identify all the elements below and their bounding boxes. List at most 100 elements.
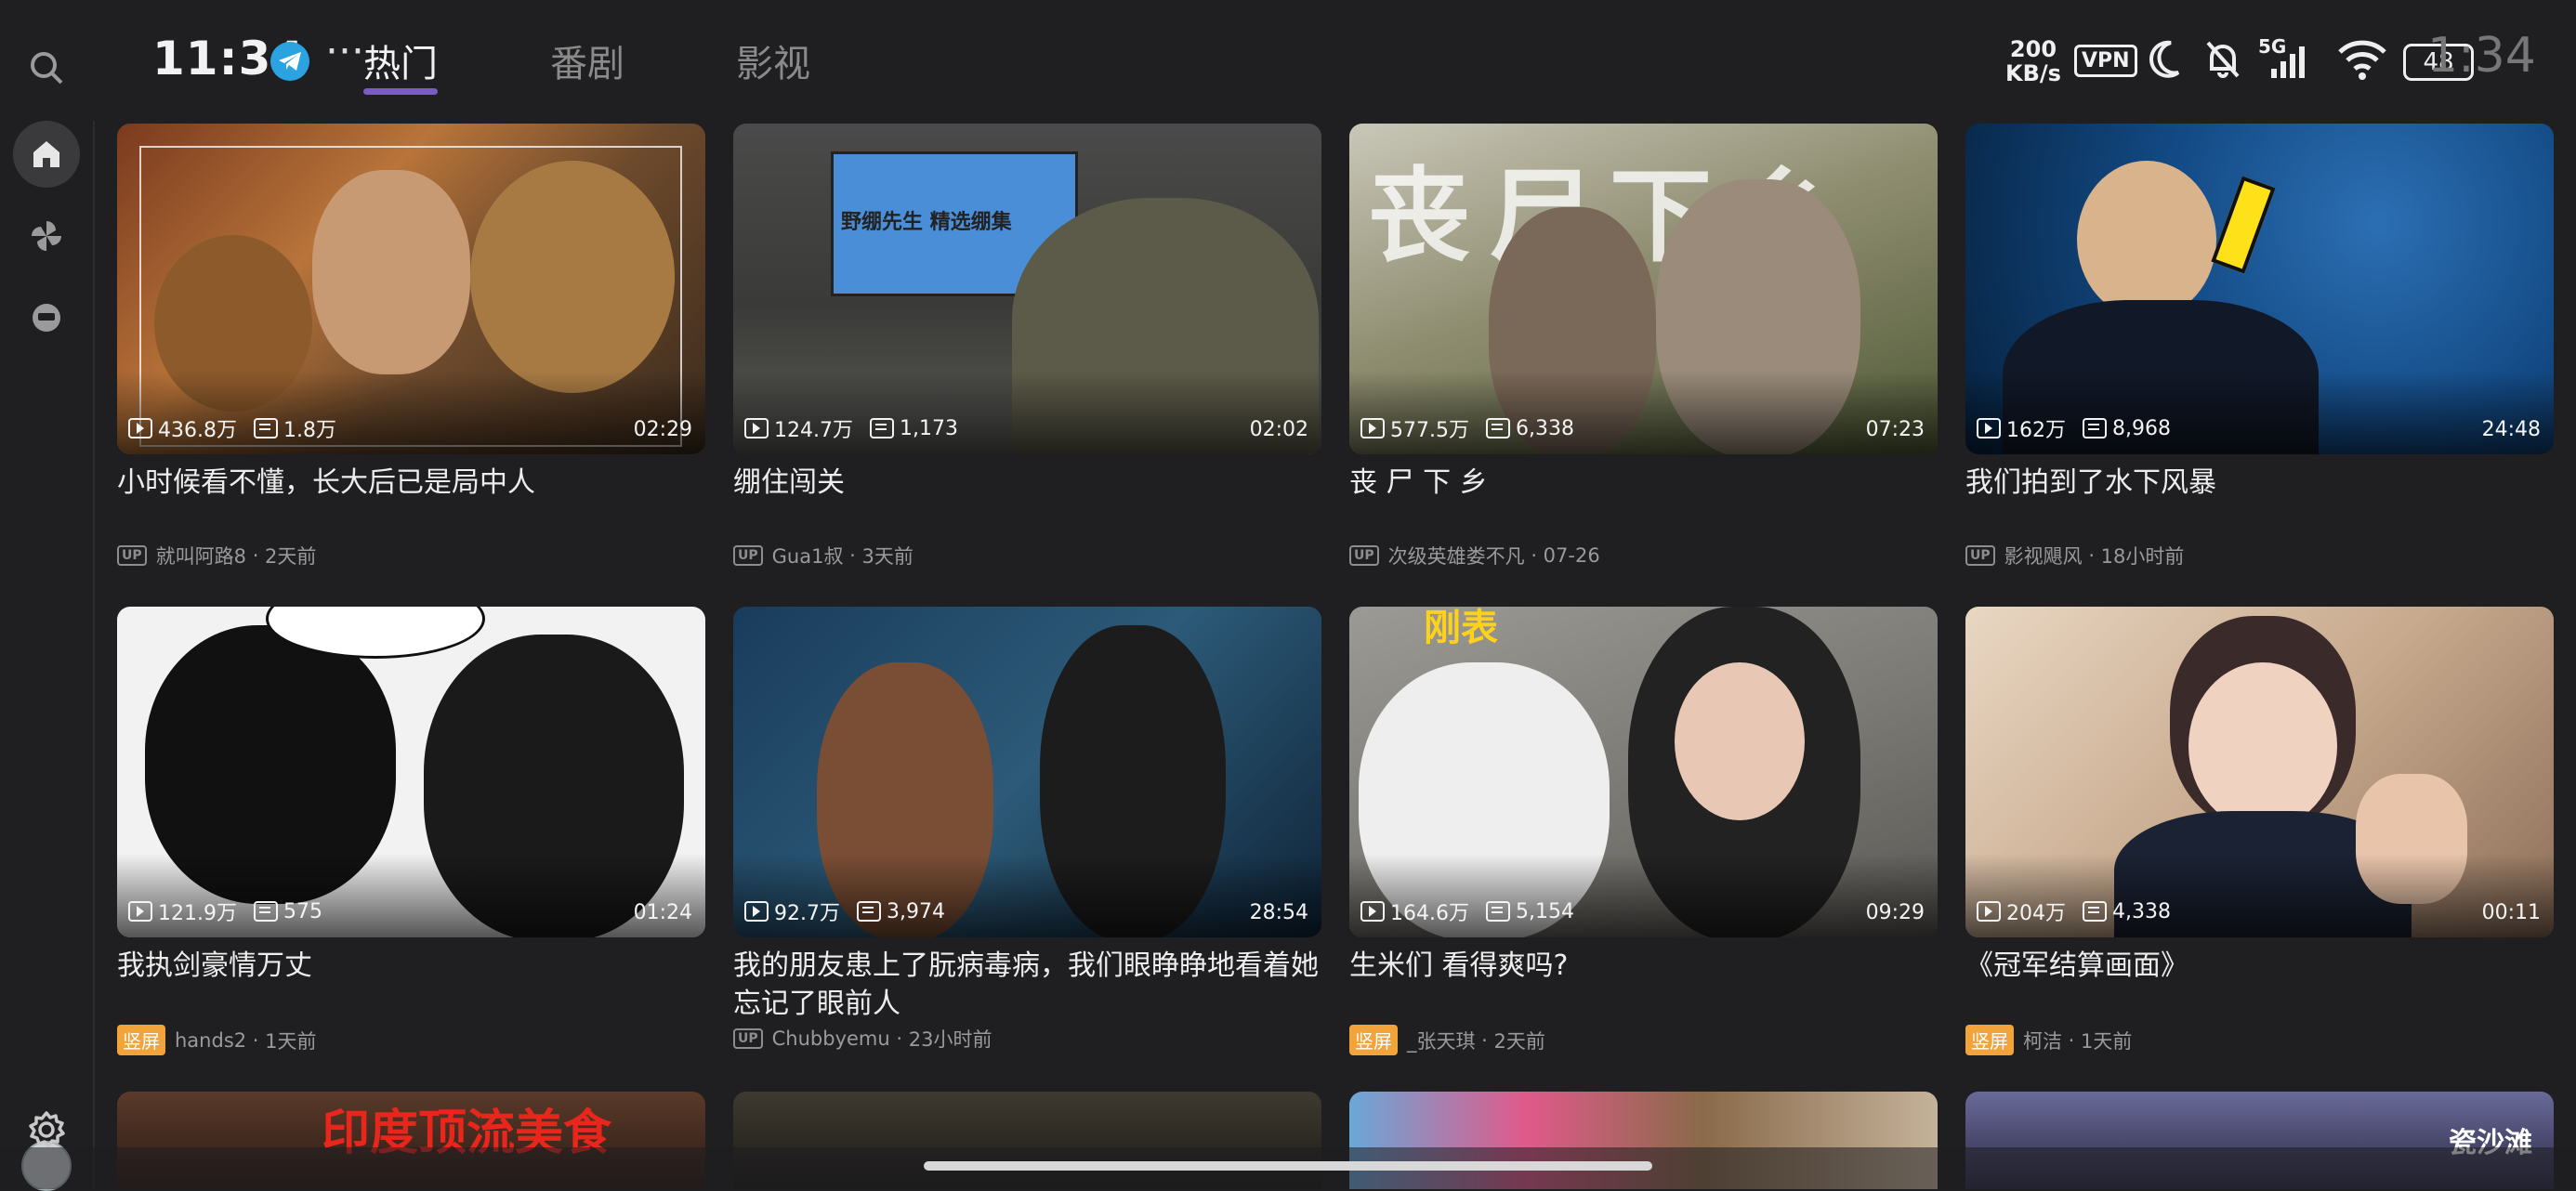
tab-anime[interactable]: 番剧 xyxy=(550,33,624,87)
video-duration: 28:54 xyxy=(1249,901,1308,924)
person-face-shape xyxy=(1675,662,1805,820)
video-card[interactable]: 436.8万 1.8万 02:29 小时候看不懂，长大后已是局中人 UP 就叫阿… xyxy=(117,124,705,569)
video-card[interactable]: 野绷先生 精选绷集 124.7万 1,173 02:02 绷住闯关 UP Gua… xyxy=(733,124,1321,569)
video-author[interactable]: Chubbyemu xyxy=(772,1027,890,1050)
vertical-badge: 竖屏 xyxy=(117,1025,165,1055)
video-title[interactable]: 我的朋友患上了朊病毒病，我们眼睁睁地看着她忘记了眼前人 xyxy=(733,947,1321,1023)
top-bar: 11:34 ··· 热门 番剧 影视 200 KB/s VPN 5G 48 1:… xyxy=(0,0,2576,121)
video-title[interactable]: 绷住闯关 xyxy=(733,464,1321,540)
search-icon xyxy=(31,52,63,85)
danmaku-count-icon xyxy=(1485,418,1510,438)
mute-bell-icon xyxy=(2202,37,2243,85)
up-badge: UP xyxy=(117,545,147,566)
video-time: 2天前 xyxy=(265,545,317,568)
home-indicator[interactable] xyxy=(924,1161,1652,1171)
gear-icon xyxy=(29,1111,65,1148)
video-stats: 164.6万 5,154 xyxy=(1360,897,1574,926)
person-face-shape xyxy=(2188,662,2337,830)
sidebar-item-tv[interactable] xyxy=(13,284,80,351)
video-thumbnail[interactable]: 刚表 164.6万 5,154 09:29 xyxy=(1349,607,1938,937)
video-meta: UP Gua1叔 · 3天前 xyxy=(733,542,1321,569)
video-time: 3天前 xyxy=(861,545,913,568)
vertical-badge: 竖屏 xyxy=(1349,1025,1398,1055)
search-button[interactable] xyxy=(20,42,72,94)
play-count-icon xyxy=(128,418,152,438)
video-author[interactable]: Gua1叔 xyxy=(772,542,844,569)
danmaku-count-icon xyxy=(857,901,881,922)
pinwheel-icon xyxy=(32,221,61,251)
video-card[interactable]: 121.9万 575 01:24 我执剑豪情万丈 竖屏 hands2 · 1天前 xyxy=(117,607,705,1055)
video-time: 2天前 xyxy=(1493,1029,1545,1053)
vertical-badge: 竖屏 xyxy=(1965,1025,2014,1055)
video-meta: 竖屏 柯洁 · 1天前 xyxy=(1965,1025,2554,1055)
video-meta: 竖屏 hands2 · 1天前 xyxy=(117,1025,705,1055)
video-card[interactable]: 刚表 164.6万 5,154 09:29 生米们 看得爽吗? 竖屏 _张天琪 … xyxy=(1349,607,1938,1055)
danmaku-count-icon xyxy=(2083,418,2107,438)
video-duration: 01:24 xyxy=(633,901,692,924)
video-time: 23小时前 xyxy=(908,1028,992,1051)
video-card[interactable]: 204万 4,338 00:11 《冠军结算画面》 竖屏 柯洁 · 1天前 xyxy=(1965,607,2554,1055)
video-duration: 00:11 xyxy=(2481,901,2541,924)
video-thumbnail[interactable]: 162万 8,968 24:48 xyxy=(1965,124,2554,454)
home-icon xyxy=(33,141,59,167)
play-count-icon xyxy=(1360,901,1385,922)
character-shape xyxy=(312,170,470,374)
danmaku-count-icon xyxy=(1485,901,1510,922)
moon-icon xyxy=(2147,37,2184,85)
telegram-icon xyxy=(270,42,309,81)
video-duration: 07:23 xyxy=(1865,418,1925,441)
tab-movies[interactable]: 影视 xyxy=(736,33,810,87)
video-thumbnail[interactable]: 野绷先生 精选绷集 124.7万 1,173 02:02 xyxy=(733,124,1321,454)
video-stats: 92.7万 3,974 xyxy=(744,897,945,926)
video-stats: 436.8万 1.8万 xyxy=(128,413,336,443)
video-title[interactable]: 我们拍到了水下风暴 xyxy=(1965,464,2554,540)
video-title[interactable]: 我执剑豪情万丈 xyxy=(117,947,705,1023)
danmaku-count-icon xyxy=(253,901,278,922)
video-thumbnail[interactable]: 92.7万 3,974 28:54 xyxy=(733,607,1321,937)
video-author[interactable]: 影视飓风 xyxy=(2004,542,2083,569)
video-stats: 124.7万 1,173 xyxy=(744,413,958,443)
video-meta: 竖屏 _张天琪 · 2天前 xyxy=(1349,1025,1938,1055)
play-count-icon xyxy=(744,418,769,438)
video-duration: 24:48 xyxy=(2481,418,2541,441)
video-meta: UP 影视飓风 · 18小时前 xyxy=(1965,542,2554,569)
video-thumbnail[interactable]: 204万 4,338 00:11 xyxy=(1965,607,2554,937)
video-duration: 09:29 xyxy=(1865,901,1925,924)
cellular-5g-icon: 5G xyxy=(2258,35,2310,85)
exclamation-icon xyxy=(2211,176,2276,274)
video-author[interactable]: _张天琪 xyxy=(1407,1027,1476,1054)
video-meta: UP 次级英雄娄不凡 · 07-26 xyxy=(1349,542,1938,569)
video-time: 1天前 xyxy=(2081,1029,2133,1053)
video-author[interactable]: 次级英雄娄不凡 xyxy=(1388,542,1525,569)
video-author[interactable]: hands2 xyxy=(175,1029,246,1052)
video-card[interactable]: 丧尸下乡 577.5万 6,338 07:23 丧 尸 下 乡 UP 次级英雄娄… xyxy=(1349,124,1938,569)
video-title[interactable]: 小时候看不懂，长大后已是局中人 xyxy=(117,464,705,540)
video-time: 18小时前 xyxy=(2100,545,2185,568)
video-author[interactable]: 柯洁 xyxy=(2023,1027,2062,1054)
video-title[interactable]: 《冠军结算画面》 xyxy=(1965,947,2554,1023)
up-badge: UP xyxy=(733,1028,763,1049)
tab-hot[interactable]: 热门 xyxy=(363,33,438,87)
video-meta: UP 就叫阿路8 · 2天前 xyxy=(117,542,705,569)
network-speed: 200 KB/s xyxy=(2005,36,2061,86)
video-card[interactable]: 162万 8,968 24:48 我们拍到了水下风暴 UP 影视飓风 · 18小… xyxy=(1965,124,2554,569)
video-author[interactable]: 就叫阿路8 xyxy=(156,542,246,569)
danmaku-count-icon xyxy=(869,418,894,438)
sidebar-item-trending[interactable] xyxy=(13,203,80,269)
video-title[interactable]: 丧 尸 下 乡 xyxy=(1349,464,1938,540)
video-thumbnail[interactable]: 436.8万 1.8万 02:29 xyxy=(117,124,705,454)
video-card[interactable]: 92.7万 3,974 28:54 我的朋友患上了朊病毒病，我们眼睁睁地看着她忘… xyxy=(733,607,1321,1053)
video-title[interactable]: 生米们 看得爽吗? xyxy=(1349,947,1938,1023)
more-icon[interactable]: ··· xyxy=(325,28,364,75)
play-count-icon xyxy=(128,901,152,922)
active-tab-indicator xyxy=(363,88,438,95)
play-count-icon xyxy=(744,901,769,922)
play-count-icon xyxy=(1977,901,2001,922)
person-face-shape xyxy=(2077,161,2216,319)
video-thumbnail[interactable]: 121.9万 575 01:24 xyxy=(117,607,705,937)
video-thumbnail[interactable]: 丧尸下乡 577.5万 6,338 07:23 xyxy=(1349,124,1938,454)
danmaku-count-icon xyxy=(253,418,278,438)
bear-shape xyxy=(470,161,675,393)
sidebar-item-home[interactable] xyxy=(13,121,80,188)
sidebar xyxy=(0,121,95,1191)
